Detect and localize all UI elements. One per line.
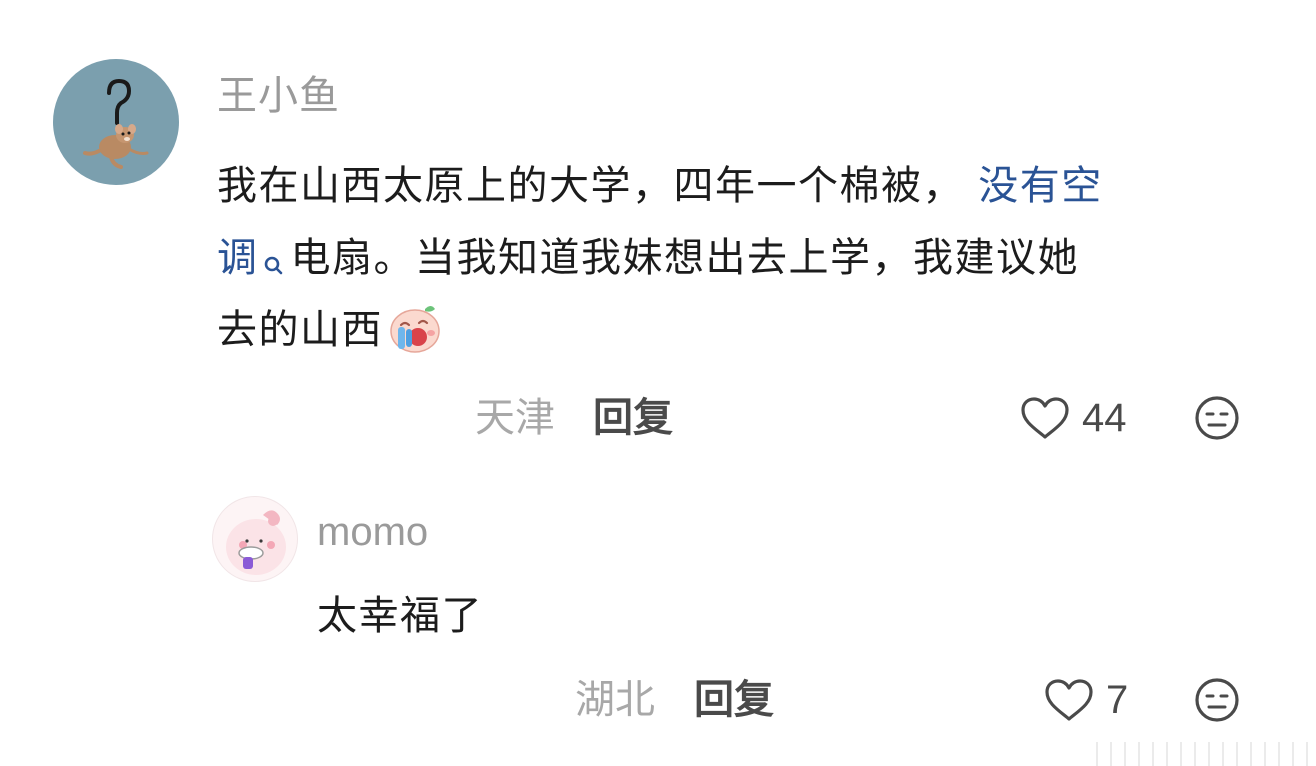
- heart-outline-icon: [1045, 679, 1093, 721]
- reply-button[interactable]: 回复: [593, 392, 673, 444]
- avatar[interactable]: [53, 59, 179, 185]
- reply-reply-button[interactable]: 回复: [694, 674, 774, 726]
- keyword-link-continuation[interactable]: 调: [217, 235, 259, 281]
- comment-meta: 天津 回复 44: [0, 392, 1316, 444]
- heart-outline-icon: [1021, 397, 1069, 439]
- comment-location: 天津: [475, 395, 555, 441]
- comment-text-part-1: 我在山西太原上的大学，四年一个棉被，: [217, 163, 964, 209]
- comment-line-1: 我在山西太原上的大学，四年一个棉被， 没有空: [217, 150, 1277, 222]
- pink-cartoon-avatar-icon: [226, 510, 286, 575]
- like-count: 44: [1082, 396, 1127, 440]
- reply-like-count: 7: [1106, 678, 1129, 722]
- watermark-strip: [1084, 742, 1316, 766]
- comment-text-part-2: 电扇。当我知道我妹想出去上学，我建议她: [290, 235, 1079, 281]
- neutral-face-icon[interactable]: [1193, 394, 1241, 442]
- reply-text: 太幸福了: [317, 593, 483, 639]
- crying-face-emoji-icon: [387, 299, 443, 355]
- comment-username[interactable]: 王小鱼: [217, 70, 340, 122]
- reply-avatar[interactable]: [212, 496, 298, 582]
- comment-line-3: 去的山西: [217, 294, 1277, 366]
- keyword-link[interactable]: 没有空: [978, 163, 1103, 209]
- reply-location: 湖北: [575, 677, 655, 723]
- reply-like-button[interactable]: 7: [1044, 674, 1128, 726]
- question-mark-mouse-icon: [83, 78, 149, 169]
- neutral-face-icon[interactable]: [1193, 676, 1241, 724]
- comment-text-part-3: 去的山西: [217, 307, 383, 353]
- search-icon[interactable]: [263, 230, 283, 275]
- reply-username[interactable]: momo: [317, 506, 428, 558]
- like-button[interactable]: 44: [1020, 392, 1127, 444]
- comment-line-2: 调电扇。当我知道我妹想出去上学，我建议她: [217, 222, 1277, 294]
- comment-text: 我在山西太原上的大学，四年一个棉被， 没有空 调电扇。当我知道我妹想出去上学，我…: [217, 150, 1277, 366]
- reply-meta: 湖北 回复 7: [0, 674, 1316, 726]
